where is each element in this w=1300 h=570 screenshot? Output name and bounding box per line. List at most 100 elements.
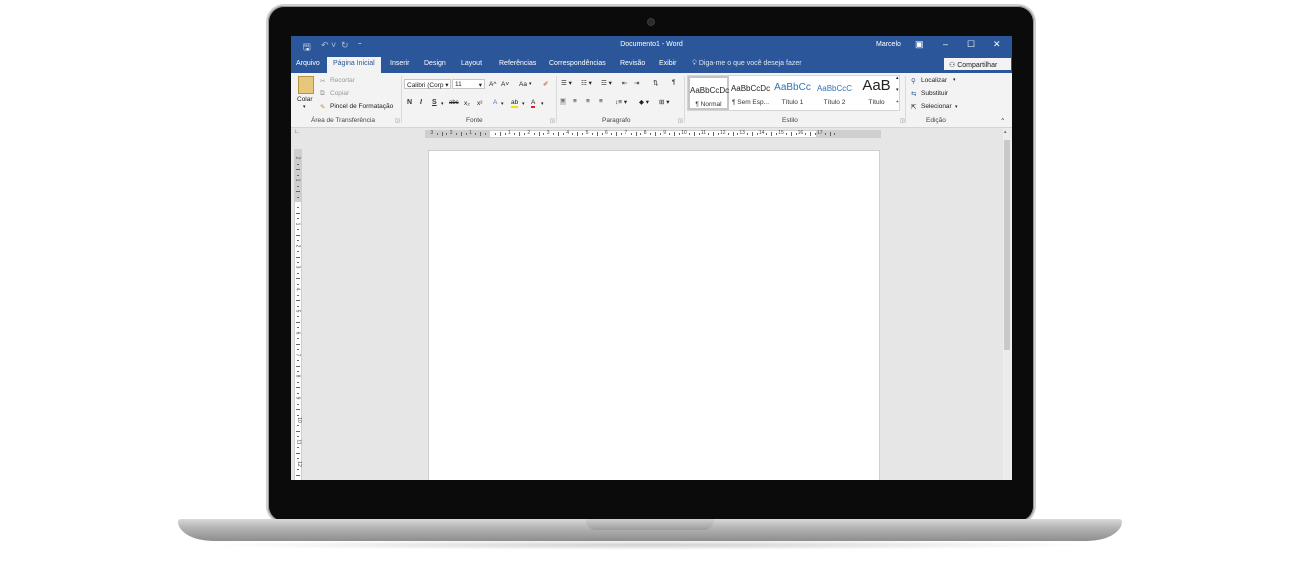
style-titulo[interactable]: AaB Título	[856, 76, 897, 110]
scrollbar-thumb[interactable]	[1004, 140, 1010, 350]
sort-icon[interactable]: ⇅	[653, 79, 658, 87]
numbering-icon[interactable]: ☷ ▾	[581, 79, 592, 87]
tab-revisao[interactable]: Revisão	[620, 60, 645, 67]
underline-button[interactable]: S	[432, 99, 437, 106]
select-dropdown-icon[interactable]: ▾	[955, 104, 958, 110]
change-case-dropdown-icon[interactable]: ▾	[529, 81, 532, 87]
select-button[interactable]: Selecionar	[921, 103, 952, 110]
tab-arquivo[interactable]: Arquivo	[296, 60, 320, 67]
bullets-icon[interactable]: ☰ ▾	[561, 79, 572, 87]
vertical-scrollbar[interactable]: ▴	[1003, 128, 1012, 480]
tab-layout[interactable]: Layout	[461, 60, 482, 67]
minimize-icon[interactable]: –	[943, 39, 948, 49]
find-button[interactable]: Localizar	[921, 77, 947, 84]
ruler-tick	[456, 133, 458, 135]
ruler-label: 12	[295, 460, 302, 467]
font-color-button[interactable]: A	[531, 99, 536, 108]
shading-icon[interactable]: ◆ ▾	[639, 98, 649, 106]
ruler-tick	[296, 409, 300, 411]
text-effects-button[interactable]: A	[493, 99, 497, 106]
group-divider	[684, 76, 685, 123]
ruler-tick	[795, 133, 797, 135]
decrease-indent-icon[interactable]: ⇤	[622, 79, 627, 87]
tab-exibir[interactable]: Exibir	[659, 60, 677, 67]
replace-icon[interactable]: ⇆	[911, 90, 916, 98]
styles-more-icon[interactable]: ⩡	[896, 99, 899, 105]
highlight-button[interactable]: ab	[511, 99, 519, 108]
bold-button[interactable]: N	[407, 99, 412, 106]
font-size-dropdown[interactable]: 11 ▾	[452, 79, 485, 89]
select-icon[interactable]: ⇱	[911, 103, 916, 111]
superscript-button[interactable]: x²	[477, 100, 482, 107]
paste-dropdown-icon[interactable]: ▾	[303, 104, 306, 110]
close-icon[interactable]: ✕	[993, 39, 1001, 50]
grow-font-button[interactable]: A^	[489, 81, 496, 88]
ruler-tick	[297, 196, 299, 198]
tab-pagina-inicial[interactable]: Página Inicial	[327, 57, 381, 73]
font-launcher-icon[interactable]: ◲	[550, 118, 555, 124]
style-normal[interactable]: AaBbCcDc ¶ Normal	[688, 76, 729, 110]
subscript-button[interactable]: x₂	[464, 100, 470, 107]
style-titulo-2[interactable]: AaBbCcC Título 2	[814, 76, 855, 110]
borders-icon[interactable]: ⊞ ▾	[659, 98, 670, 106]
share-button[interactable]: ⚇ Compartilhar	[943, 57, 1012, 71]
styles-scroll-up-icon[interactable]: ▴	[896, 75, 899, 81]
ruler-tick	[297, 294, 299, 296]
copy-icon[interactable]: ⧉	[320, 90, 325, 98]
styles-scroll-down-icon[interactable]: ▾	[896, 87, 899, 93]
tell-me-search[interactable]: 💡︎ Diga-me o que você deseja fazer	[692, 60, 802, 68]
line-spacing-icon[interactable]: ↕≡ ▾	[615, 98, 627, 106]
lightbulb-icon: 💡︎	[692, 60, 697, 67]
paste-button[interactable]: Colar	[297, 96, 313, 103]
vertical-ruler[interactable]: 2 1 1 2 3 4 5 6 7 8 9 10 11 12	[294, 149, 302, 480]
ruler-label: 11	[700, 130, 706, 136]
format-painter-icon[interactable]: ✎	[320, 103, 325, 111]
highlight-dropdown-icon[interactable]: ▾	[522, 101, 525, 107]
change-case-button[interactable]: Aa	[519, 81, 527, 88]
ruler-tick	[737, 133, 739, 135]
tab-inserir[interactable]: Inserir	[390, 60, 409, 67]
horizontal-ruler[interactable]: 3 2 1 1 2 3 4 5 6 7 8 9 10 11 12 13 14 15 16 17	[425, 130, 881, 138]
multilevel-list-icon[interactable]: ☲ ▾	[601, 79, 612, 87]
tab-design[interactable]: Design	[424, 60, 446, 67]
document-page[interactable]	[428, 150, 880, 480]
underline-dropdown-icon[interactable]: ▾	[441, 101, 444, 107]
align-center-icon[interactable]: ≡	[573, 98, 577, 105]
style-name: Título	[868, 99, 885, 106]
paste-icon[interactable]	[298, 76, 314, 94]
font-color-dropdown-icon[interactable]: ▾	[541, 101, 544, 107]
strikethrough-button[interactable]: abc	[449, 100, 459, 106]
clear-formatting-icon[interactable]: ✐	[543, 80, 548, 88]
copy-button[interactable]: Copiar	[330, 90, 349, 97]
font-family-dropdown[interactable]: Calibri (Corp ▾	[404, 79, 451, 89]
increase-indent-icon[interactable]: ⇥	[634, 79, 639, 87]
format-painter-button[interactable]: Pincel de Formatação	[330, 103, 393, 110]
tab-correspondencias[interactable]: Correspondências	[549, 60, 606, 67]
align-left-icon[interactable]: ≡	[560, 98, 566, 105]
ruler-tick	[296, 430, 300, 432]
text-effects-dropdown-icon[interactable]: ▾	[501, 101, 504, 107]
tab-selector-icon[interactable]: ∟	[294, 129, 300, 135]
collapse-ribbon-icon[interactable]: ⌃	[1000, 117, 1005, 125]
justify-icon[interactable]: ≡	[599, 98, 603, 105]
ruler-tick	[810, 132, 812, 136]
cut-button[interactable]: Recortar	[330, 77, 355, 84]
clipboard-launcher-icon[interactable]: ◲	[395, 118, 400, 124]
tab-referencias[interactable]: Referências	[499, 60, 536, 67]
ruler-tick	[611, 133, 613, 135]
align-right-icon[interactable]: ≡	[586, 98, 590, 105]
cut-icon[interactable]: ✂	[320, 77, 325, 85]
search-icon[interactable]: ⚲	[911, 77, 916, 85]
show-marks-button[interactable]: ¶	[672, 79, 676, 86]
shrink-font-button[interactable]: A˅	[501, 81, 509, 88]
maximize-icon[interactable]: ☐	[967, 39, 975, 50]
ribbon-display-options-icon[interactable]: ▣	[915, 39, 924, 50]
italic-button[interactable]: I	[420, 99, 422, 106]
find-dropdown-icon[interactable]: ▾	[953, 77, 956, 83]
paragraph-launcher-icon[interactable]: ◲	[678, 118, 683, 124]
user-name[interactable]: Marcelo	[876, 41, 901, 48]
style-sem-espacamento[interactable]: AaBbCcDc ¶ Sem Esp...	[730, 76, 771, 110]
scroll-up-icon[interactable]: ▴	[1004, 129, 1007, 135]
style-titulo-1[interactable]: AaBbCc Título 1	[772, 76, 813, 110]
replace-button[interactable]: Substituir	[921, 90, 948, 97]
